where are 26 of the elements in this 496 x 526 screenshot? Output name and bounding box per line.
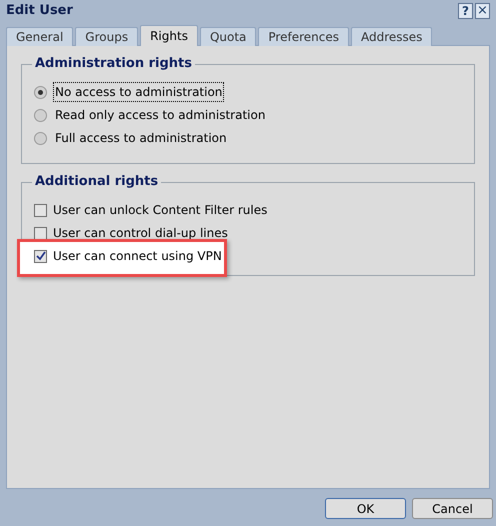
tab[interactable]: Groups <box>75 27 138 46</box>
checkbox[interactable] <box>34 204 47 216</box>
tab[interactable]: Addresses <box>350 27 432 46</box>
checkbox[interactable] <box>34 226 47 240</box>
radio-label: No access to administration <box>53 82 224 102</box>
dialog-button[interactable]: Cancel <box>412 498 493 519</box>
radio-button[interactable] <box>34 86 47 98</box>
radio-label: Full access to administration <box>54 130 228 147</box>
tab[interactable]: Preferences <box>258 27 349 46</box>
close-button[interactable]: × <box>475 3 490 19</box>
tab[interactable]: Quota <box>200 27 256 46</box>
dialog-button[interactable]: OK <box>325 498 406 519</box>
radio-button[interactable] <box>34 108 47 122</box>
checkbox[interactable] <box>34 250 47 262</box>
radio-button[interactable] <box>34 132 47 144</box>
radio-label: Read only access to administration <box>54 107 266 124</box>
tab[interactable]: Rights <box>140 25 198 46</box>
window-title: Edit User <box>6 2 74 20</box>
group-title: Administration rights <box>32 55 195 73</box>
checkbox-label: User can unlock Content Filter rules <box>53 202 268 219</box>
checkbox-label: User can control dial-up lines <box>53 225 228 242</box>
check-icon <box>36 251 46 261</box>
tab[interactable]: General <box>6 27 74 46</box>
group-title: Additional rights <box>32 173 162 191</box>
help-button[interactable]: ? <box>458 3 473 19</box>
checkbox-label: User can connect using VPN <box>53 248 222 265</box>
